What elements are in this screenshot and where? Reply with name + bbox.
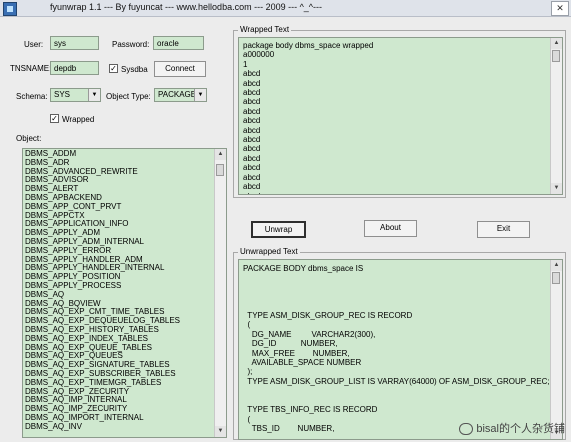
about-button[interactable]: About xyxy=(364,220,417,237)
exit-button[interactable]: Exit xyxy=(477,221,530,238)
app-icon xyxy=(3,2,17,16)
wrapped-text-scrollbar[interactable]: ▲ ▼ xyxy=(550,38,562,194)
unwrapped-textarea[interactable]: PACKAGE BODY dbms_space IS TYPE ASM_DISK… xyxy=(238,259,563,440)
scroll-thumb[interactable] xyxy=(552,272,560,284)
text-line: ); xyxy=(243,367,253,377)
object-listbox[interactable]: DBMS_ADDM DBMS_ADR DBMS_ADVANCED_REWRITE DB… xyxy=(22,148,227,438)
text-line: AVAILABLE_SPACE NUMBER xyxy=(243,358,362,368)
text-line: abcd xyxy=(243,135,261,145)
text-line: MAX_FREE NUMBER, xyxy=(243,348,350,358)
scroll-thumb[interactable] xyxy=(216,164,224,176)
unwrapped-text-content: PACKAGE BODY dbms_space IS TYPE ASM_DISK… xyxy=(239,260,562,433)
text-line: abcd xyxy=(243,116,261,126)
password-label: Password: xyxy=(112,40,150,49)
app-window: fyunwrap 1.1 --- By fuyuncat --- www.hel… xyxy=(0,0,571,442)
text-line: 1 xyxy=(243,59,248,69)
wrapped-label: Wrapped xyxy=(62,115,95,124)
wrapped-checkbox[interactable]: ✓ xyxy=(50,114,59,123)
user-label: User: xyxy=(24,40,44,49)
close-button[interactable]: ✕ xyxy=(551,1,569,16)
chevron-down-icon[interactable]: ▼ xyxy=(194,89,206,101)
unwrapped-text-scrollbar[interactable]: ▲ ▼ xyxy=(550,260,562,439)
text-line: abcd xyxy=(243,182,261,192)
text-line: PACKAGE BODY dbms_space IS xyxy=(243,264,364,273)
tnsname-label: TNSNAME: xyxy=(10,64,52,73)
user-input[interactable]: sys xyxy=(50,36,99,50)
object-type-label: Object Type: xyxy=(106,92,151,101)
text-line: abcd xyxy=(243,153,261,163)
text-line: TYPE TBS_INFO_REC IS RECORD xyxy=(243,405,378,415)
wrapped-text-title: Wrapped Text xyxy=(238,25,292,34)
scroll-up-icon[interactable]: ▲ xyxy=(551,260,562,271)
scroll-down-icon[interactable]: ▼ xyxy=(215,426,226,437)
scroll-up-icon[interactable]: ▲ xyxy=(215,149,226,160)
text-line xyxy=(243,302,562,311)
object-list-scrollbar[interactable]: ▲ ▼ xyxy=(214,149,226,437)
text-line xyxy=(243,386,562,395)
text-line xyxy=(243,292,562,301)
sysdba-checkbox[interactable]: ✓ xyxy=(109,64,118,73)
connect-button[interactable]: Connect xyxy=(154,61,206,77)
text-line: DG_NAME VARCHAR2(300), xyxy=(243,329,376,339)
text-line: abcd xyxy=(243,125,261,135)
object-label: Object: xyxy=(16,134,42,143)
text-line: abcd xyxy=(243,172,261,182)
unwrap-button[interactable]: Unwrap xyxy=(251,221,306,238)
schema-label: Schema: xyxy=(16,92,48,101)
text-line: ( xyxy=(243,320,251,330)
text-line xyxy=(243,396,562,405)
text-line: package body dbms_space wrapped xyxy=(243,41,374,50)
text-line xyxy=(243,273,562,282)
unwrapped-text-title: Unwrapped Text xyxy=(238,247,300,256)
wechat-icon xyxy=(459,423,474,436)
schema-select[interactable]: SYS ▼ xyxy=(50,88,101,102)
sysdba-label: Sysdba xyxy=(121,65,148,74)
text-line: a000000 xyxy=(243,50,275,60)
wrapped-text-content: package body dbms_space wrapped a000000 1 a… xyxy=(239,38,562,195)
watermark: bisal的个人杂货铺 xyxy=(459,420,565,436)
password-input[interactable]: oracle xyxy=(153,36,204,50)
scroll-up-icon[interactable]: ▲ xyxy=(551,38,562,49)
object-type-select[interactable]: PACKAGE B ▼ xyxy=(154,88,207,102)
wrapped-textarea[interactable]: package body dbms_space wrapped a000000 1 a… xyxy=(238,37,563,195)
title-bar[interactable]: fyunwrap 1.1 --- By fuyuncat --- www.hel… xyxy=(0,0,571,17)
scroll-down-icon[interactable]: ▼ xyxy=(551,183,562,194)
text-line: TYPE ASM_DISK_GROUP_REC IS RECORD xyxy=(243,311,413,321)
text-line: abcd xyxy=(243,69,261,79)
text-line xyxy=(243,283,562,292)
text-line: abcd xyxy=(243,144,261,154)
text-line: abcd xyxy=(243,106,261,116)
window-title: fyunwrap 1.1 --- By fuyuncat --- www.hel… xyxy=(50,2,323,12)
schema-value: SYS xyxy=(54,90,71,99)
text-line: abcd xyxy=(243,192,562,195)
chevron-down-icon[interactable]: ▼ xyxy=(88,89,100,101)
text-line: abcd xyxy=(243,163,261,173)
tnsname-input[interactable]: depdb xyxy=(50,61,99,75)
scroll-thumb[interactable] xyxy=(552,50,560,62)
text-line: TYPE ASM_DISK_GROUP_LIST IS VARRAY(64000… xyxy=(243,376,550,386)
watermark-text: bisal的个人杂货铺 xyxy=(476,423,565,435)
object-list: DBMS_ADDM DBMS_ADR DBMS_ADVANCED_REWRITE DB… xyxy=(23,149,226,432)
text-line: abcd xyxy=(243,78,261,88)
list-item[interactable]: DBMS_AQ_INV xyxy=(25,422,226,432)
text-line: abcd xyxy=(243,97,261,107)
text-line: abcd xyxy=(243,88,261,98)
text-line: DG_ID NUMBER, xyxy=(243,339,338,349)
